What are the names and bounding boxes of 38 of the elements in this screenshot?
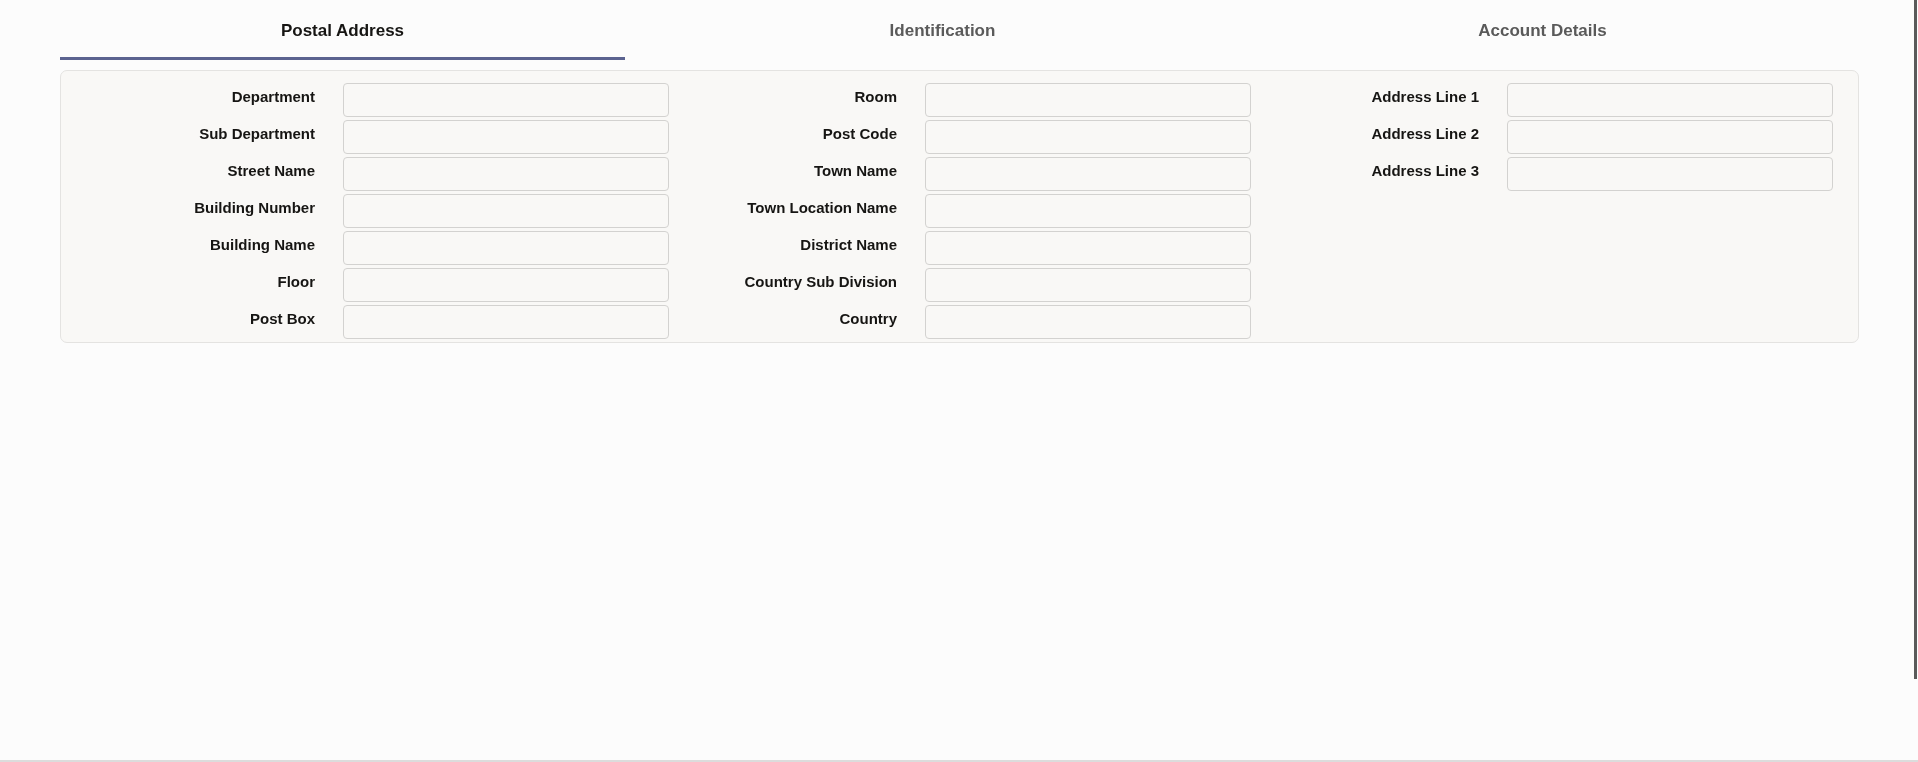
input-field[interactable] [925,83,1251,117]
field-label: District Name [799,235,897,254]
input-field[interactable] [925,268,1251,302]
field-label: Building Number [193,198,315,217]
input-field[interactable] [343,157,669,191]
input-field[interactable] [343,268,669,302]
field-label: Town Location Name [746,198,897,217]
field-label: Town Name [812,161,897,180]
field-label: Building Name [209,235,315,254]
field-label: Country [838,309,897,328]
field-label: Room [853,87,897,106]
tab[interactable]: Identification [660,12,1225,60]
input-field[interactable] [343,83,669,117]
field-label: Address Line 2 [1370,124,1479,143]
field-label: Post Box [249,309,315,328]
input-field[interactable] [343,194,669,228]
input-field[interactable] [343,231,669,265]
input-field[interactable] [343,305,669,339]
field-label: Address Line 3 [1370,161,1479,180]
field-label: Country Sub Division [743,272,897,291]
input-field[interactable] [1507,83,1833,117]
tab[interactable]: Postal Address [60,12,625,60]
input-field[interactable] [925,231,1251,265]
input-field[interactable] [343,120,669,154]
input-field[interactable] [925,157,1251,191]
field-label: Address Line 1 [1370,87,1479,106]
scrollbar-thumb[interactable] [1914,0,1917,679]
input-field[interactable] [1507,157,1833,191]
input-field[interactable] [925,305,1251,339]
tab[interactable]: Account Details [1260,12,1825,60]
field-label: Street Name [226,161,315,180]
field-label: Department [230,87,315,106]
field-label: Floor [276,272,315,291]
field-label: Sub Department [198,124,315,143]
input-field[interactable] [925,194,1251,228]
input-field[interactable] [925,120,1251,154]
input-field[interactable] [1507,120,1833,154]
field-label: Post Code [821,124,897,143]
